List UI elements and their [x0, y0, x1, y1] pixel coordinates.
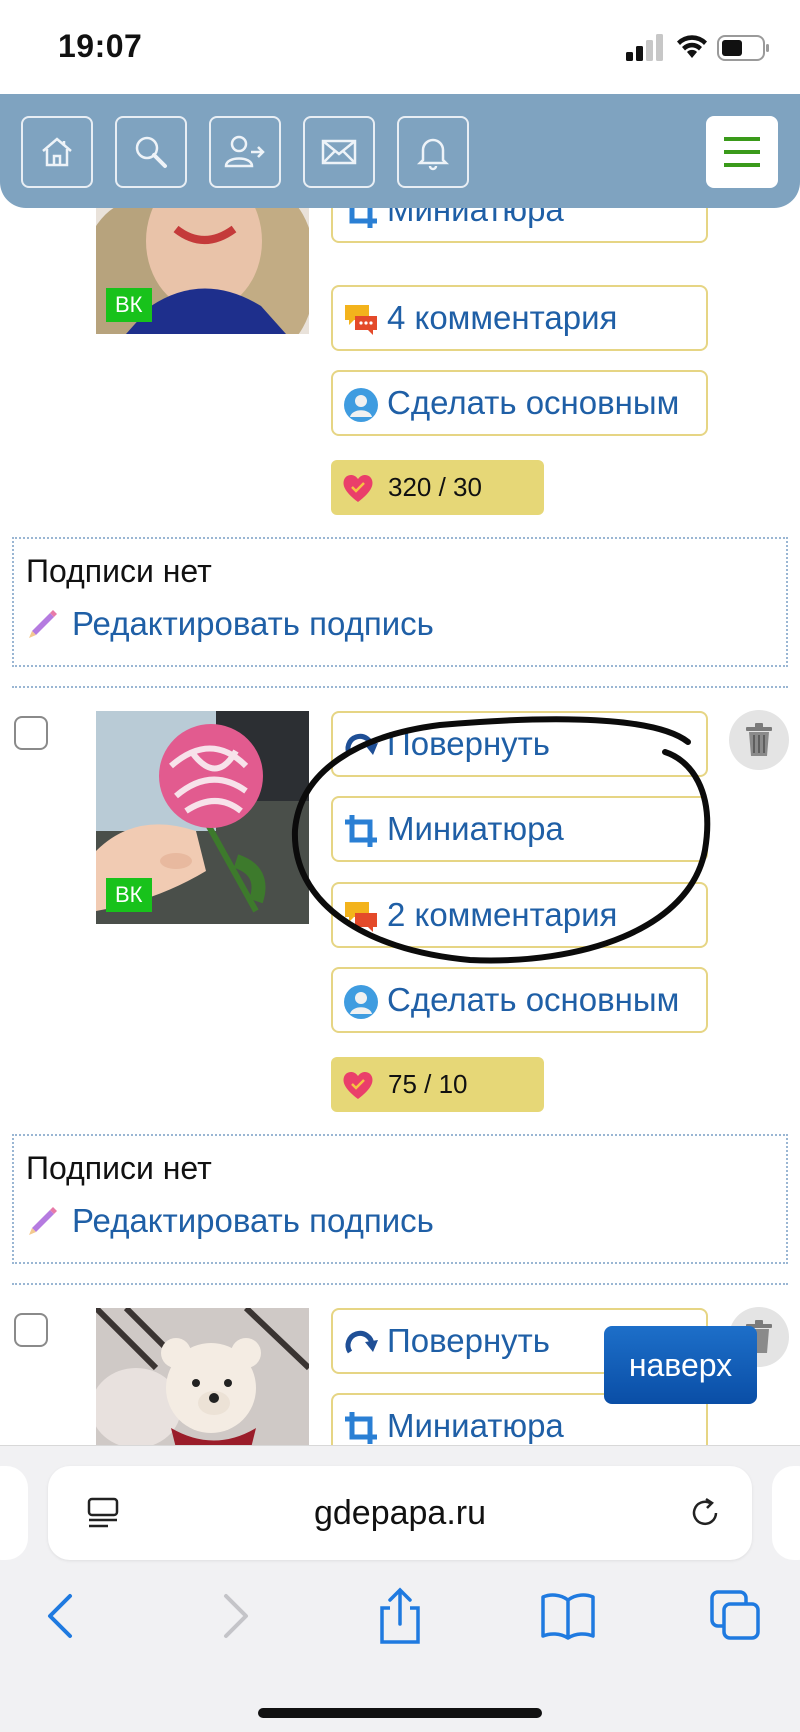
previous-tab-pill[interactable]: [0, 1466, 28, 1560]
menu-button[interactable]: [706, 116, 778, 188]
crop-icon: [345, 815, 377, 847]
vk-badge: ВК: [106, 288, 152, 322]
select-checkbox[interactable]: [14, 1313, 48, 1347]
next-tab-pill[interactable]: [772, 1466, 800, 1560]
pencil-icon: [29, 610, 57, 638]
crop-icon: [345, 1412, 377, 1444]
caption-text: Подписи нет: [26, 1150, 212, 1186]
url-text: gdepapa.ru: [313, 1494, 487, 1532]
comments-icon: [345, 902, 377, 932]
vk-badge: ВК: [106, 878, 152, 912]
likes-value: 320 / 30: [388, 472, 482, 502]
user-login-icon: [224, 135, 265, 168]
pencil-icon: [29, 1207, 57, 1235]
caption-text: Подписи нет: [26, 553, 212, 589]
make-main-button[interactable]: Сделать основным: [331, 967, 708, 1033]
crop-icon: [349, 208, 377, 228]
edit-caption-link[interactable]: Редактировать подпись: [72, 605, 434, 643]
rotate-label: Повернуть: [387, 725, 550, 762]
home-indicator: [258, 1708, 542, 1718]
thumbnail-label: Миниатюра: [387, 810, 564, 847]
login-button[interactable]: [209, 116, 281, 188]
photo-thumbnail[interactable]: ВК: [96, 711, 309, 924]
mail-icon: [321, 139, 357, 165]
wifi-icon: [677, 35, 707, 58]
reload-icon[interactable]: [688, 1496, 722, 1530]
messages-button[interactable]: [303, 116, 375, 188]
bookmarks-icon[interactable]: [538, 1586, 598, 1646]
divider: [12, 1283, 788, 1285]
likes-value: 75 / 10: [388, 1069, 468, 1099]
search-button[interactable]: [115, 116, 187, 188]
battery-icon: [717, 35, 769, 61]
make-main-button[interactable]: Сделать основным: [331, 370, 708, 436]
bell-icon: [416, 138, 450, 171]
teddy-bear-photo: [96, 1308, 309, 1445]
home-button[interactable]: [21, 116, 93, 188]
search-icon: [135, 136, 167, 168]
home-icon: [42, 137, 72, 167]
comments-button[interactable]: 2 комментария: [331, 882, 708, 948]
likes-counter[interactable]: 75 / 10: [331, 1057, 544, 1112]
photo-list: ВК Миниатюра 4 комментария Сделать основ…: [0, 208, 800, 1445]
select-checkbox[interactable]: [14, 716, 48, 750]
share-icon[interactable]: [370, 1586, 430, 1646]
hamburger-menu-icon: [724, 137, 760, 167]
comments-label: 2 комментария: [387, 896, 618, 933]
delete-button[interactable]: [729, 710, 789, 770]
thumbnail-button[interactable]: Миниатюра: [331, 796, 708, 862]
divider: [12, 686, 788, 688]
make-main-label: Сделать основным: [387, 384, 680, 421]
back-icon[interactable]: [32, 1586, 92, 1646]
trash-icon: [746, 723, 772, 756]
make-main-label: Сделать основным: [387, 981, 680, 1018]
site-header: [0, 94, 800, 208]
status-bar: 19:07: [0, 0, 800, 94]
rotate-label: Повернуть: [387, 1322, 550, 1359]
status-time: 19:07: [58, 28, 143, 64]
photo-thumbnail[interactable]: ВК: [96, 208, 309, 334]
rotate-icon: [345, 1330, 378, 1354]
notifications-button[interactable]: [397, 116, 469, 188]
thumbnail-label: Миниатюра: [387, 208, 564, 228]
user-avatar-icon: [344, 985, 378, 1019]
heart-icon: [343, 474, 373, 502]
cellular-signal-icon: [626, 34, 663, 61]
forward-icon[interactable]: [204, 1586, 264, 1646]
thumbnail-label: Миниатюра: [387, 1407, 564, 1444]
caption-box: Подписи нет Редактировать подпись: [12, 1134, 788, 1264]
likes-counter[interactable]: 320 / 30: [331, 460, 544, 515]
browser-toolbar: gdepapa.ru: [0, 1445, 800, 1732]
tabs-icon[interactable]: [706, 1586, 766, 1646]
rotate-button[interactable]: Повернуть: [331, 711, 708, 777]
photo-thumbnail[interactable]: [96, 1308, 309, 1445]
rotate-icon: [345, 733, 378, 757]
caption-box: Подписи нет Редактировать подпись: [12, 537, 788, 667]
scroll-to-top-button[interactable]: наверх: [604, 1326, 757, 1404]
comments-icon: [345, 305, 377, 335]
comments-label: 4 комментария: [387, 299, 618, 336]
heart-icon: [343, 1071, 373, 1099]
comments-button[interactable]: 4 комментария: [331, 285, 708, 351]
user-avatar-icon: [344, 388, 378, 422]
edit-caption-link[interactable]: Редактировать подпись: [72, 1202, 434, 1240]
address-bar[interactable]: gdepapa.ru: [48, 1466, 752, 1560]
thumbnail-button[interactable]: Миниатюра: [331, 208, 708, 243]
